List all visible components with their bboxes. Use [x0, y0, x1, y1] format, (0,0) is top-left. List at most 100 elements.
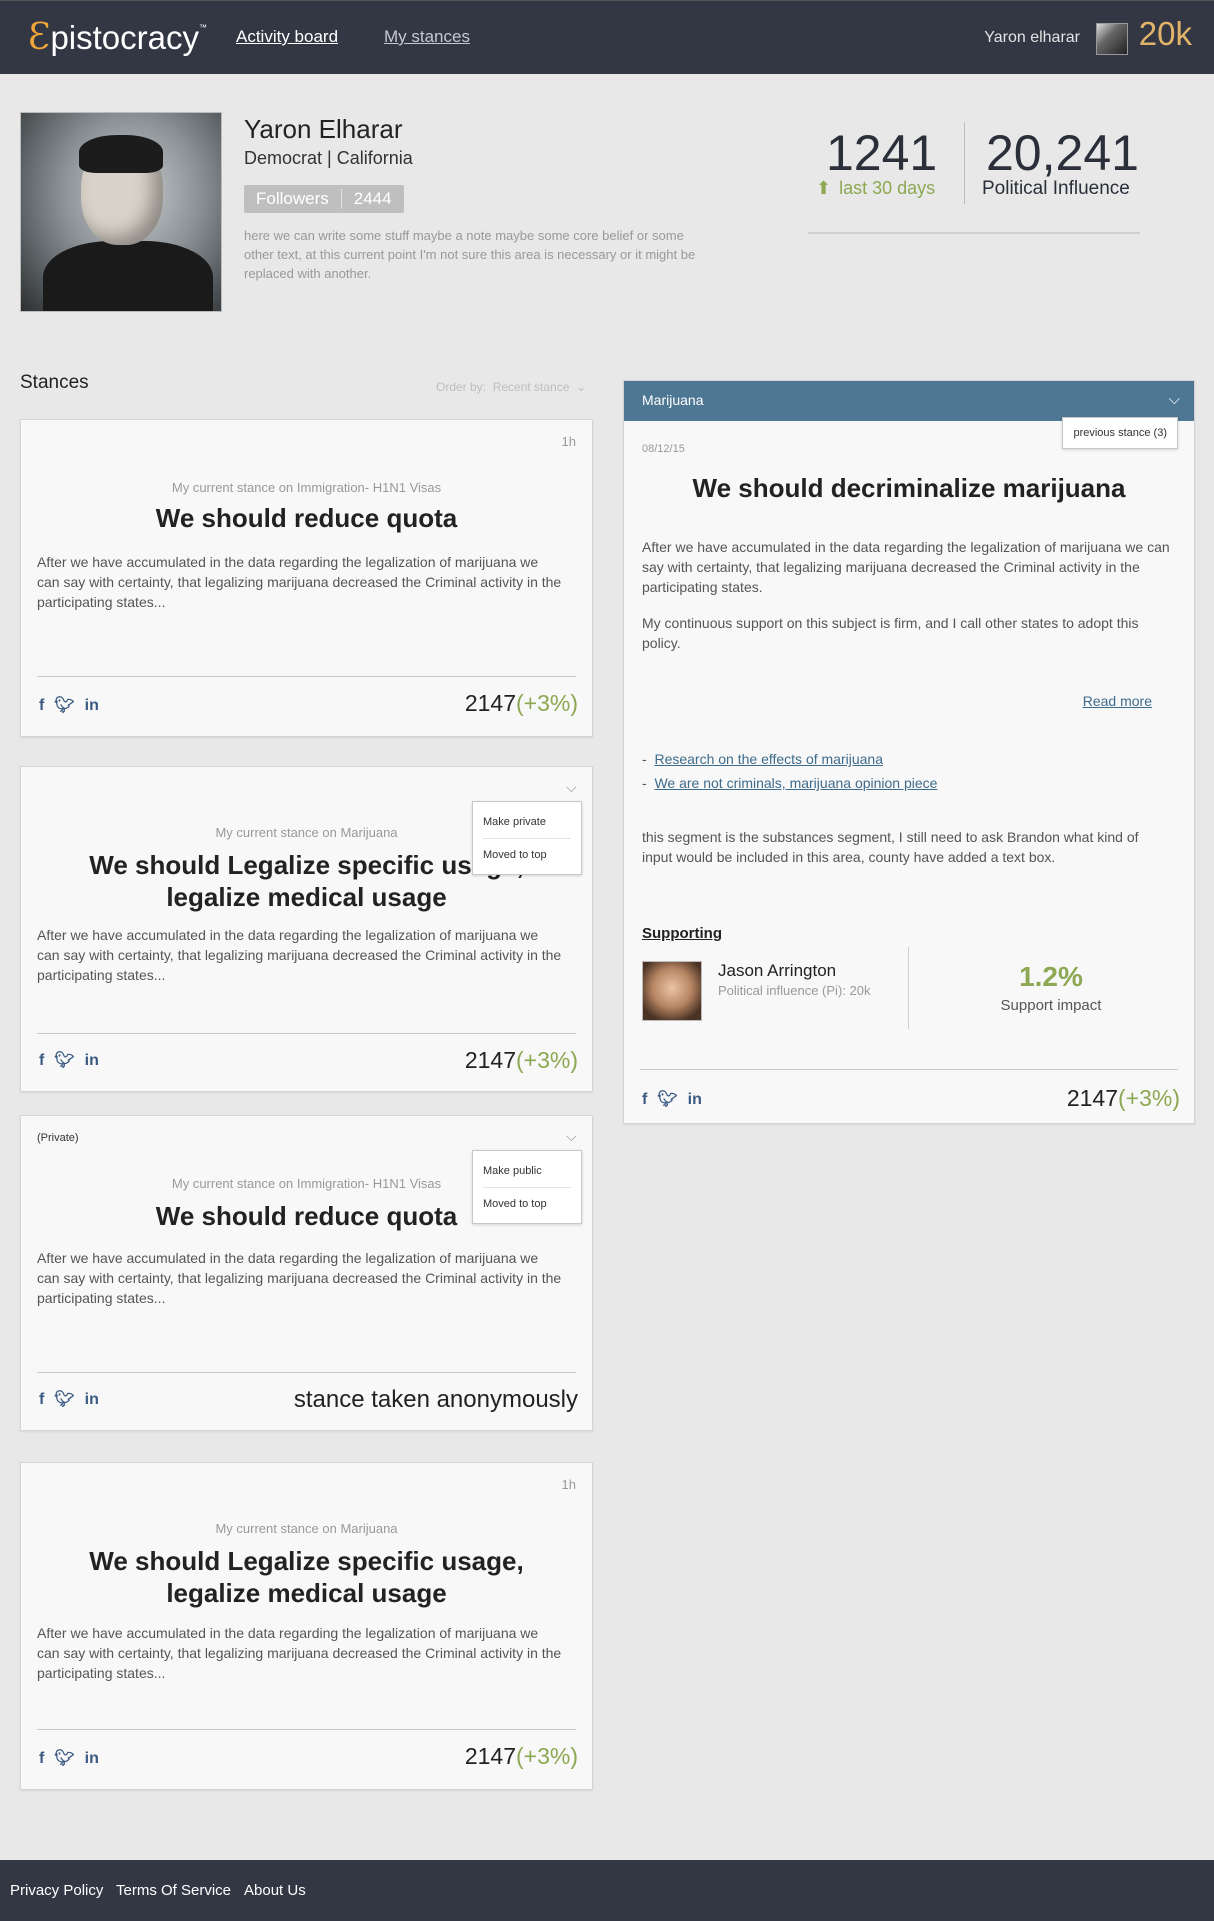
footer-about-link[interactable]: About Us [244, 1882, 306, 1899]
facebook-icon[interactable]: f [39, 1751, 44, 1767]
twitter-icon[interactable]: 🐦︎ [54, 1053, 74, 1069]
card-options-menu: Make public Moved to top [472, 1150, 582, 1224]
substances-note: this segment is the substances segment, … [642, 829, 1139, 865]
read-more-link[interactable]: Read more [1083, 693, 1152, 709]
anonymous-note: stance taken anonymously [293, 1386, 578, 1413]
social-share: f 🐦︎ in [39, 1751, 99, 1767]
panel-score: 2147(+3%) [1067, 1085, 1180, 1112]
twitter-icon[interactable]: 🐦︎ [54, 698, 74, 714]
supporter-influence: Political influence (Pi): 20k [718, 983, 871, 998]
card-score-value: 2147 [464, 690, 516, 716]
chevron-down-icon[interactable]: ⌵ [566, 1128, 578, 1144]
nav-activity-board[interactable]: Activity board [236, 27, 338, 47]
stance-card[interactable]: (Private) ⌵ My current stance on Immigra… [20, 1115, 593, 1431]
panel-header[interactable]: Marijuana ⌵ [624, 381, 1194, 421]
facebook-icon[interactable]: f [39, 698, 44, 714]
twitter-icon[interactable]: 🐦︎ [657, 1092, 677, 1108]
previous-stance-button[interactable]: previous stance (3) [1062, 417, 1178, 449]
card-score-change: (+3%) [516, 1047, 578, 1073]
stat-monthly-value: 1241 [826, 125, 938, 181]
stance-card[interactable]: ⌵ My current stance on Marijuana We shou… [20, 766, 593, 1092]
chevron-down-icon: ⌄ [576, 380, 587, 394]
social-share: f 🐦︎ in [39, 1392, 99, 1408]
stance-paragraph-1: After we have accumulated in the data re… [642, 539, 1170, 595]
facebook-icon[interactable]: f [39, 1053, 44, 1069]
supporting-heading: Supporting [642, 925, 722, 942]
card-divider [37, 676, 576, 677]
followers-label: Followers [256, 189, 329, 208]
linkedin-icon[interactable]: in [85, 1751, 99, 1767]
menu-item-make-public[interactable]: Make public [483, 1155, 571, 1187]
linkedin-icon[interactable]: in [688, 1092, 702, 1108]
stat-monthly-trend: ⬆ last 30 days [816, 178, 935, 199]
reference-link[interactable]: Research on the effects of marijuana [654, 751, 883, 767]
top-nav: Ɛpistocracy™ Activity board My stances Y… [0, 0, 1214, 74]
social-share: f 🐦︎ in [39, 1053, 99, 1069]
card-divider [37, 1372, 576, 1373]
card-time: 1h [561, 1477, 576, 1492]
profile-party: Democrat | California [244, 148, 413, 168]
followers-count: 2444 [340, 189, 392, 209]
stance-card[interactable]: 1h My current stance on Marijuana We sho… [20, 1462, 593, 1790]
stance-card[interactable]: 1h My current stance on Immigration- H1N… [20, 419, 593, 737]
profile-photo [20, 112, 222, 312]
menu-item-make-private[interactable]: Make private [483, 806, 571, 838]
card-title[interactable]: We should reduce quota [61, 502, 552, 534]
chevron-down-icon[interactable]: ⌵ [1169, 391, 1180, 408]
stat-divider [964, 122, 965, 204]
supporter-avatar[interactable] [642, 961, 702, 1021]
private-label: (Private) [37, 1132, 79, 1144]
user-name[interactable]: Yaron elharar [984, 29, 1080, 47]
card-score: 2147(+3%) [465, 1047, 578, 1074]
panel-score-value: 2147 [1066, 1085, 1118, 1111]
followers-badge[interactable]: Followers 2444 [244, 185, 404, 213]
facebook-icon[interactable]: f [642, 1092, 647, 1108]
card-score: 2147(+3%) [465, 690, 578, 717]
logo-text: pistocracy [50, 19, 199, 56]
footer-privacy-link[interactable]: Privacy Policy [10, 1882, 103, 1899]
linkedin-icon[interactable]: in [85, 698, 99, 714]
card-time: 1h [561, 434, 576, 449]
menu-item-move-to-top[interactable]: Moved to top [483, 838, 571, 870]
card-subtitle: My current stance on Immigration- H1N1 V… [171, 480, 442, 495]
social-share: f 🐦︎ in [642, 1092, 702, 1108]
support-impact-value: 1.2% [1019, 961, 1083, 992]
card-body: After we have accumulated in the data re… [37, 1250, 562, 1306]
stat-monthly-label: last 30 days [839, 178, 936, 198]
stance-detail-panel: Marijuana ⌵ previous stance (3) 08/12/15… [623, 380, 1195, 1124]
reference-link[interactable]: We are not criminals, marijuana opinion … [654, 775, 937, 791]
card-score-change: (+3%) [516, 1743, 578, 1769]
order-by-value: Recent stance [492, 380, 570, 394]
order-by-label: Order by: [436, 380, 487, 394]
reference-links: - Research on the effects of marijuana -… [642, 751, 938, 791]
menu-item-move-to-top[interactable]: Moved to top [483, 1187, 571, 1219]
logo-initial: Ɛ [28, 17, 51, 58]
twitter-icon[interactable]: 🐦︎ [54, 1392, 74, 1408]
card-score: 2147(+3%) [465, 1743, 578, 1770]
order-by-select[interactable]: Order by: Recent stance ⌄ [436, 380, 586, 394]
user-avatar[interactable] [1096, 23, 1128, 55]
footer-terms-link[interactable]: Terms Of Service [116, 1882, 231, 1899]
supporter-name[interactable]: Jason Arrington [718, 961, 836, 981]
chevron-down-icon[interactable]: ⌵ [566, 779, 578, 795]
twitter-icon[interactable]: 🐦︎ [54, 1751, 74, 1767]
stance-date: 08/12/15 [642, 443, 685, 455]
nav-my-stances[interactable]: My stances [384, 27, 470, 47]
card-score-change: (+3%) [516, 690, 578, 716]
panel-divider [640, 1069, 1178, 1070]
card-title[interactable]: We should Legalize specific usage, legal… [61, 1545, 552, 1609]
card-options-menu: Make private Moved to top [472, 801, 582, 875]
logo-trademark: ™ [199, 23, 207, 32]
stance-paragraph-2: My continuous support on this subject is… [642, 615, 1139, 651]
footer: Privacy Policy Terms Of Service About Us [0, 1860, 1214, 1921]
card-score-value: 2147 [464, 1047, 516, 1073]
linkedin-icon[interactable]: in [85, 1053, 99, 1069]
logo[interactable]: Ɛpistocracy™ [28, 17, 207, 58]
card-divider [37, 1729, 576, 1730]
stats-box: 1241 ⬆ last 30 days 20,241 Political Infl… [808, 118, 1140, 234]
facebook-icon[interactable]: f [39, 1392, 44, 1408]
card-score-value: 2147 [464, 1743, 516, 1769]
support-impact-label: Support impact [1000, 997, 1102, 1014]
card-body: After we have accumulated in the data re… [37, 927, 562, 983]
linkedin-icon[interactable]: in [85, 1392, 99, 1408]
